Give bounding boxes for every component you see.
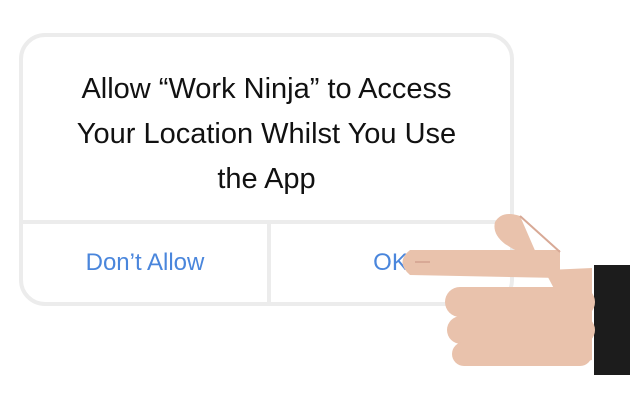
ok-button[interactable]: OK [271,224,510,302]
cuff [586,265,594,375]
dialog-message-line-3: the App [217,163,316,195]
sleeve [592,265,630,375]
location-permission-dialog: Allow “Work Ninja” to Access Your Locati… [19,33,514,306]
dont-allow-button[interactable]: Don’t Allow [23,224,267,302]
dialog-message-line-2: Your Location Whilst You Use [76,118,457,150]
thumb-crease [519,215,561,253]
finger-little [452,342,592,366]
finger-ring [447,316,595,344]
dialog-message-line-1: Allow “Work Ninja” to Access [81,73,452,105]
dialog-message: Allow “Work Ninja” to Access Your Locati… [23,67,510,202]
